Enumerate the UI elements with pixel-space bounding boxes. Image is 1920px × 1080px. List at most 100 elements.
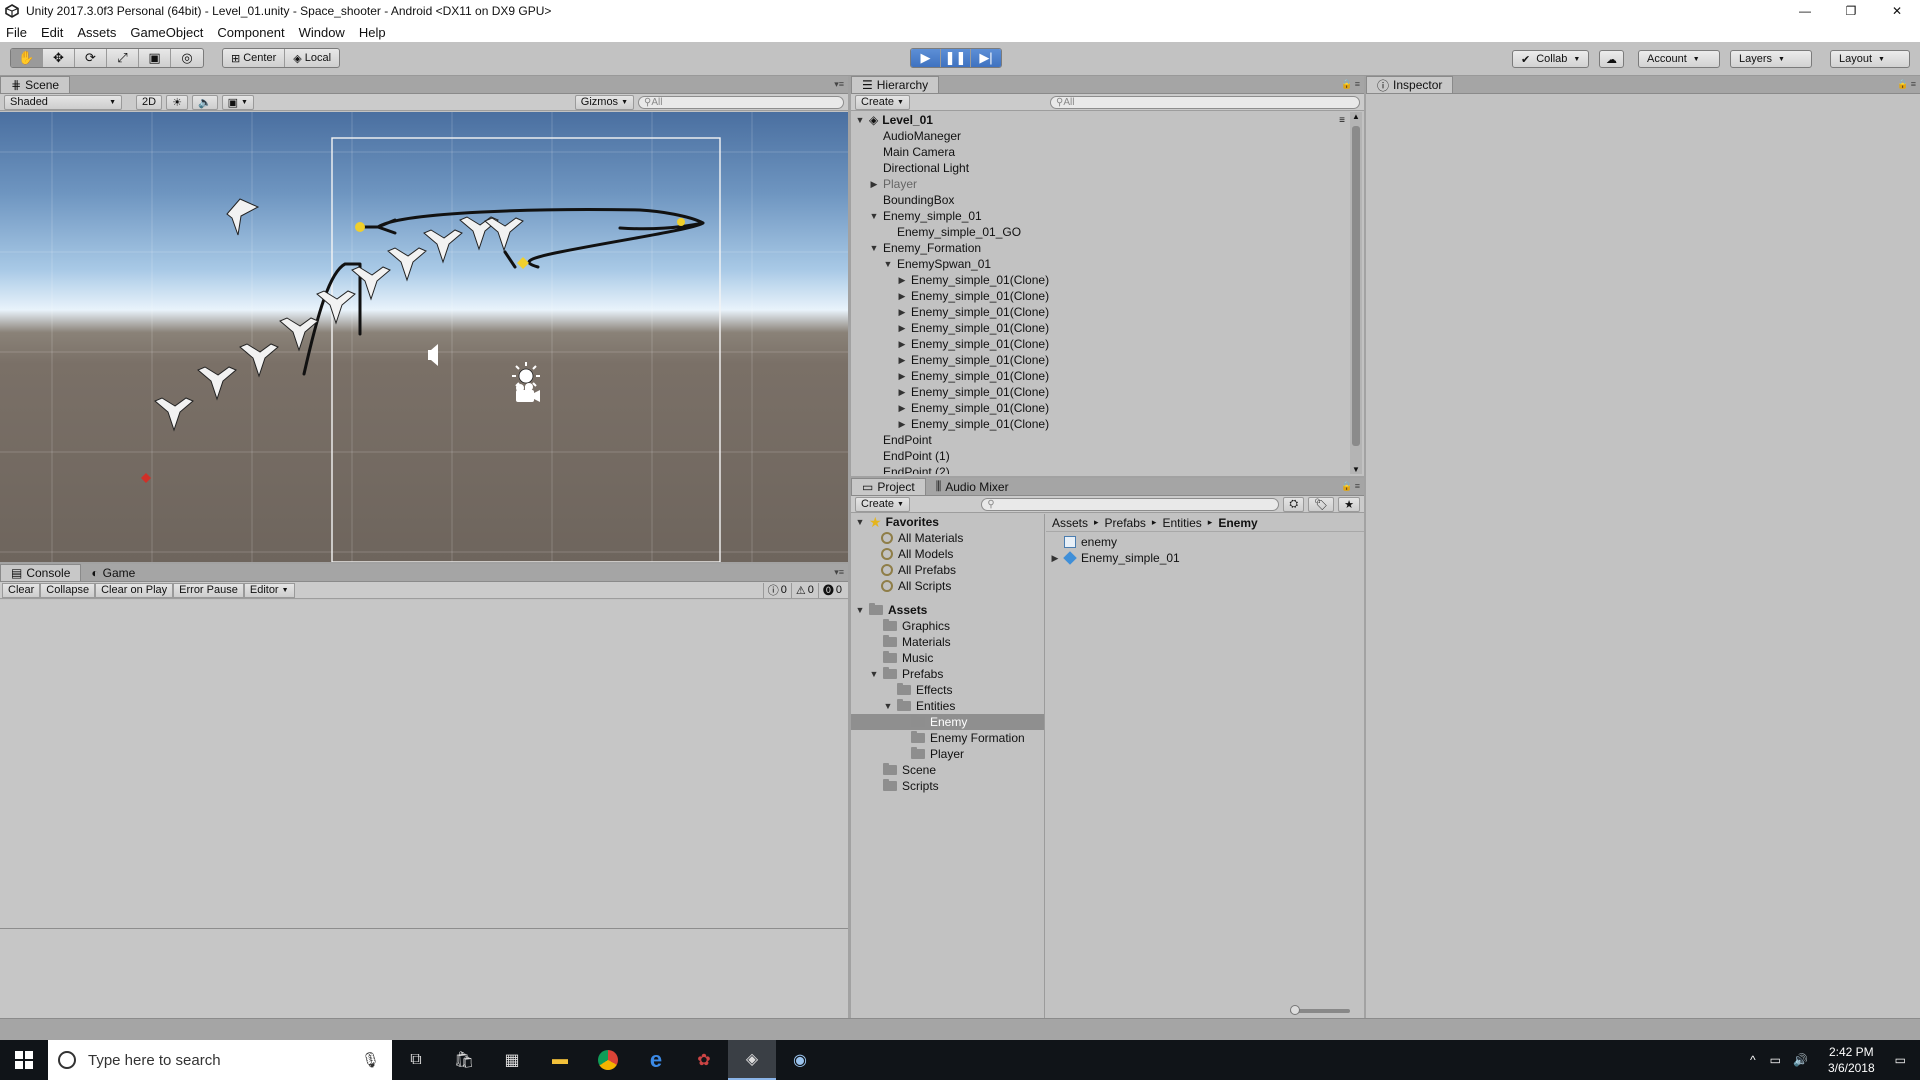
console-detail-divider[interactable]	[0, 928, 848, 929]
chrome-icon[interactable]	[584, 1040, 632, 1080]
windows-start-button[interactable]	[0, 1040, 48, 1080]
transform-tool-icon[interactable]: ◎	[171, 49, 203, 67]
hierarchy-create-dropdown[interactable]: Create ▼	[855, 94, 910, 110]
shading-mode-dropdown[interactable]: Shaded ▼	[4, 94, 122, 110]
hierarchy-item[interactable]: ▶ Enemy_simple_01(Clone)	[851, 368, 1351, 384]
expand-arrow-icon[interactable]: ▼	[869, 211, 879, 221]
unity-taskbar-icon[interactable]: ◈	[728, 1040, 776, 1080]
icon-size-slider[interactable]	[1290, 1005, 1350, 1015]
menu-edit[interactable]: Edit	[41, 25, 63, 40]
collapse-arrow-icon[interactable]: ▶	[897, 387, 907, 398]
browser-taskbar-icon[interactable]: ◉	[776, 1040, 824, 1080]
favorites-row[interactable]: ▼ ★ Favorites	[851, 514, 1044, 530]
favorite-button[interactable]: ★	[1338, 496, 1360, 512]
favorite-item[interactable]: All Scripts	[851, 578, 1044, 594]
mode-2d-toggle[interactable]: 2D	[136, 94, 163, 110]
expand-arrow-icon[interactable]: ▶	[1050, 553, 1060, 564]
project-create-dropdown[interactable]: Create ▼	[855, 496, 910, 512]
console-editor-dropdown[interactable]: Editor ▼	[243, 582, 295, 598]
scene-menu-icon[interactable]: ≡	[1339, 115, 1345, 126]
audio-toggle[interactable]: 🔈	[191, 94, 218, 110]
menu-window[interactable]: Window	[299, 25, 345, 40]
restore-button[interactable]: ❐	[1828, 0, 1874, 22]
hierarchy-item[interactable]: Enemy_simple_01_GO	[851, 224, 1351, 240]
tab-scene[interactable]: ⋕ Scene	[0, 76, 71, 93]
lighting-toggle[interactable]: ☀	[166, 94, 188, 110]
hierarchy-search-input[interactable]: ⚲ All	[1050, 95, 1360, 109]
folder-item[interactable]: Graphics	[851, 618, 1044, 634]
hierarchy-item[interactable]: AudioManeger	[851, 128, 1351, 144]
collapse-arrow-icon[interactable]: ▶	[897, 275, 907, 286]
tab-console[interactable]: ▤ Console	[0, 564, 82, 581]
console-collapse-button[interactable]: Collapse	[40, 582, 96, 598]
scale-tool-icon[interactable]: ⤢	[107, 49, 139, 67]
hierarchy-item[interactable]: ▼ EnemySpwan_01	[851, 256, 1351, 272]
close-button[interactable]: ✕	[1874, 0, 1920, 22]
layout-dropdown[interactable]: Layout ▼	[1830, 50, 1910, 68]
favorite-item[interactable]: All Models	[851, 546, 1044, 562]
expand-arrow-icon[interactable]: ▼	[869, 243, 879, 253]
folder-item[interactable]: ▼ Entities	[851, 698, 1044, 714]
slider-knob[interactable]	[1290, 1005, 1300, 1015]
favorite-item[interactable]: All Prefabs	[851, 562, 1044, 578]
hierarchy-item[interactable]: ▶ Enemy_simple_01(Clone)	[851, 352, 1351, 368]
effects-dropdown[interactable]: ▣ ▼	[221, 94, 254, 110]
notifications-icon[interactable]: ▭	[1895, 1053, 1906, 1067]
hierarchy-item[interactable]: ▼ Enemy_Formation	[851, 240, 1351, 256]
taskbar-clock[interactable]: 2:42 PM 3/6/2018	[1828, 1044, 1875, 1076]
hierarchy-item[interactable]: ▶ Enemy_simple_01(Clone)	[851, 272, 1351, 288]
lock-icon[interactable]: 🔒 ≡	[1341, 79, 1360, 90]
hierarchy-item[interactable]: ▶ Enemy_simple_01(Clone)	[851, 384, 1351, 400]
volume-icon[interactable]: 🔊	[1793, 1053, 1808, 1067]
collapse-arrow-icon[interactable]: ▶	[897, 323, 907, 334]
expand-arrow-icon[interactable]: ▼	[855, 605, 865, 615]
console-clear-on-play-button[interactable]: Clear on Play	[95, 582, 174, 598]
store-icon[interactable]: 🛍	[440, 1040, 488, 1080]
expand-arrow-icon[interactable]: ▼	[869, 669, 879, 679]
pause-icon[interactable]: ❚❚	[941, 49, 971, 67]
collab-dropdown[interactable]: ✔ Collab ▼	[1512, 50, 1590, 68]
hierarchy-item[interactable]: ▶ Enemy_simple_01(Clone)	[851, 320, 1351, 336]
tab-audio-mixer[interactable]: ⫼ Audio Mixer	[925, 478, 1019, 495]
breadcrumb-item[interactable]: Entities	[1162, 516, 1201, 530]
assets-row[interactable]: ▼ Assets	[851, 602, 1044, 618]
favorite-item[interactable]: All Materials	[851, 530, 1044, 546]
hierarchy-item[interactable]: EndPoint	[851, 432, 1351, 448]
hierarchy-item[interactable]: ▶ Enemy_simple_01(Clone)	[851, 304, 1351, 320]
chevron-up-icon[interactable]: ^	[1750, 1053, 1756, 1067]
tab-inspector[interactable]: ⓘ Inspector	[1366, 76, 1454, 93]
hand-tool-icon[interactable]: ✋	[11, 49, 43, 67]
hierarchy-scrollbar[interactable]: ▲ ▼	[1350, 112, 1362, 474]
pivot-center-button[interactable]: ⊞ Center	[223, 49, 286, 67]
folder-item[interactable]: Enemy	[851, 714, 1044, 730]
folder-item[interactable]: Scene	[851, 762, 1044, 778]
collapse-arrow-icon[interactable]: ▶	[897, 291, 907, 302]
panel-menu-icon[interactable]: ▾≡	[834, 79, 844, 90]
scene-root-row[interactable]: ▼ ◈ Level_01 ≡	[851, 112, 1351, 128]
collapse-arrow-icon[interactable]: ▶	[897, 355, 907, 366]
warning-count-toggle[interactable]: ⚠ 0	[790, 582, 818, 598]
breadcrumb-item[interactable]: Assets	[1052, 516, 1088, 530]
network-icon[interactable]: ▭	[1770, 1053, 1781, 1067]
folder-item[interactable]: Music	[851, 650, 1044, 666]
layers-dropdown[interactable]: Layers ▼	[1730, 50, 1812, 68]
hierarchy-item[interactable]: ▶ Enemy_simple_01(Clone)	[851, 416, 1351, 432]
menu-component[interactable]: Component	[217, 25, 284, 40]
folder-item[interactable]: Materials	[851, 634, 1044, 650]
scrollbar-thumb[interactable]	[1352, 126, 1360, 446]
tab-game[interactable]: ◐ Game	[81, 564, 146, 581]
pivot-local-button[interactable]: ◈ Local	[285, 49, 339, 67]
console-log-area[interactable]	[0, 600, 848, 1018]
file-item[interactable]: enemy	[1046, 534, 1364, 550]
app-icon[interactable]: ✿	[680, 1040, 728, 1080]
collapse-arrow-icon[interactable]: ▶	[897, 419, 907, 430]
filter-type-button[interactable]: ⛭	[1283, 496, 1305, 512]
log-count-toggle[interactable]: ⓘ 0	[762, 582, 791, 598]
rotate-tool-icon[interactable]: ⟳	[75, 49, 107, 67]
expand-arrow-icon[interactable]: ▼	[883, 701, 893, 711]
hierarchy-item[interactable]: Main Camera	[851, 144, 1351, 160]
collapse-arrow-icon[interactable]: ▶	[869, 179, 879, 190]
tab-hierarchy[interactable]: ☰ Hierarchy	[851, 76, 940, 93]
tab-project[interactable]: ▭ Project	[851, 478, 926, 495]
collapse-arrow-icon[interactable]: ▶	[897, 307, 907, 318]
